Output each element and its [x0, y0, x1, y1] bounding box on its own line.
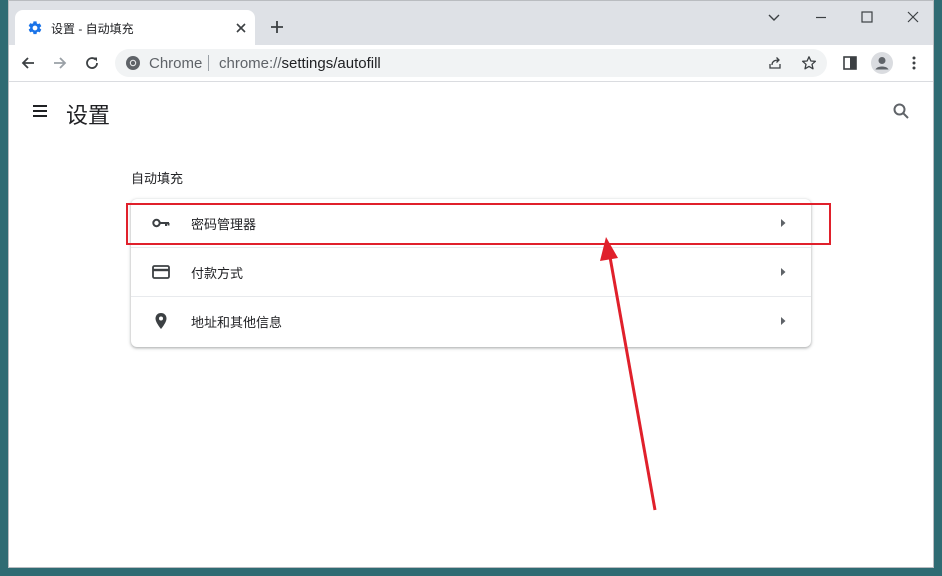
avatar-icon[interactable] [871, 52, 893, 74]
omnibox-divider [208, 55, 209, 71]
gear-icon [28, 21, 42, 35]
browser-window: 设置 - 自动填充 Chrome chrome://settings/autof… [8, 0, 934, 568]
address-bar[interactable]: Chrome chrome://settings/autofill [115, 49, 827, 77]
toolbar: Chrome chrome://settings/autofill [9, 45, 933, 82]
search-icon[interactable] [892, 102, 910, 120]
chrome-icon [126, 56, 140, 70]
url-prefix: chrome:// [219, 55, 282, 72]
reload-icon[interactable] [84, 55, 100, 71]
url-text[interactable]: chrome://settings/autofill [219, 55, 381, 72]
minimize-icon[interactable] [813, 9, 829, 25]
site-origin-label: Chrome [149, 55, 203, 72]
caret-right-icon [781, 317, 786, 325]
location-pin-icon [155, 313, 167, 329]
chevron-down-icon[interactable] [766, 9, 782, 25]
page-title: 设置 [66, 103, 111, 128]
annotation-highlight-box [126, 203, 831, 245]
star-icon[interactable] [801, 55, 817, 71]
side-panel-icon[interactable] [842, 55, 858, 71]
close-window-icon[interactable] [905, 9, 921, 25]
arrow-left-icon[interactable] [20, 55, 36, 71]
tab-title: 设置 - 自动填充 [51, 22, 134, 36]
caret-right-icon [781, 268, 786, 276]
credit-card-icon [152, 265, 170, 279]
row-label: 地址和其他信息 [191, 315, 283, 330]
arrow-right-icon[interactable] [52, 55, 68, 71]
close-icon[interactable] [233, 20, 249, 36]
row-payment-methods[interactable]: 付款方式 [131, 248, 811, 296]
kebab-menu-icon[interactable] [906, 55, 922, 71]
plus-icon[interactable] [269, 19, 285, 35]
maximize-icon[interactable] [859, 9, 875, 25]
tab-settings-autofill[interactable]: 设置 - 自动填充 [15, 10, 255, 45]
tab-strip: 设置 - 自动填充 [9, 1, 933, 45]
hamburger-icon[interactable] [31, 102, 49, 120]
share-icon[interactable] [767, 55, 783, 71]
row-label: 付款方式 [191, 266, 244, 281]
row-addresses[interactable]: 地址和其他信息 [131, 297, 811, 345]
section-title: 自动填充 [131, 171, 184, 186]
settings-page: 设置 自动填充 密码管理器 付款方式 地址和其他信息 [9, 82, 933, 567]
url-path: settings/autofill [281, 55, 381, 72]
